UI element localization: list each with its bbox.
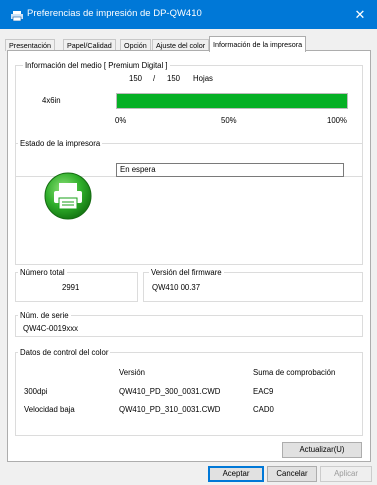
serial-legend: Núm. de serie: [18, 310, 71, 321]
total-count-legend: Número total: [18, 267, 67, 278]
firmware-group: Versión del firmware QW410 00.37: [143, 267, 363, 302]
row-300dpi-checksum: EAC9: [253, 387, 274, 396]
media-remaining: 150: [129, 74, 143, 83]
serial-value: QW4C-0019xxx: [23, 324, 79, 333]
total-count-group: Número total 2991: [15, 267, 138, 302]
tab-informacion-impresora[interactable]: Información de la impresora: [209, 36, 307, 52]
media-unit: Hojas: [193, 74, 213, 83]
printer-ready-icon: [44, 172, 92, 220]
scale-50: 50%: [221, 116, 237, 125]
close-icon[interactable]: ✕: [343, 0, 377, 29]
media-separator: /: [153, 74, 156, 83]
window-title: Preferencias de impresión de DP-QW410: [27, 8, 202, 19]
header-checksum: Suma de comprobación: [253, 368, 336, 377]
printer-status-legend: Estado de la impresora: [18, 138, 103, 149]
printer-info-panel: Información del medio [ Premium Digital …: [7, 50, 371, 462]
cancel-button[interactable]: Cancelar: [267, 466, 317, 482]
media-progress-bar: [116, 93, 348, 109]
apply-button[interactable]: Aplicar: [320, 466, 372, 482]
printer-app-icon: [11, 11, 23, 21]
printer-status-group: Estado de la impresora En espera: [15, 138, 363, 265]
color-control-group: Datos de control del color Versión Suma …: [15, 347, 363, 436]
tab-bar: Presentación Papel/Calidad Opción Ajuste…: [0, 36, 377, 52]
scale-100: 100%: [327, 116, 347, 125]
status-text-box: En espera: [116, 163, 344, 177]
media-progress-fill: [117, 94, 347, 108]
color-control-legend: Datos de control del color: [18, 347, 111, 358]
scale-0: 0%: [115, 116, 127, 125]
media-info-legend: Información del medio [ Premium Digital …: [23, 60, 170, 71]
row-lowspeed-checksum: CAD0: [253, 405, 274, 414]
row-lowspeed-name: Velocidad baja: [24, 405, 75, 414]
update-button[interactable]: Actualizar(U): [282, 442, 362, 458]
firmware-legend: Versión del firmware: [149, 267, 224, 278]
row-300dpi-name: 300dpi: [24, 387, 48, 396]
title-bar: Preferencias de impresión de DP-QW410 ✕: [0, 0, 377, 29]
serial-group: Núm. de serie QW4C-0019xxx: [15, 310, 363, 337]
row-lowspeed-version: QW410_PD_310_0031.CWD: [119, 405, 221, 414]
row-300dpi-version: QW410_PD_300_0031.CWD: [119, 387, 221, 396]
media-size-label: 4x6in: [42, 96, 61, 105]
total-count-value: 2991: [62, 283, 80, 292]
accept-button[interactable]: Aceptar: [208, 466, 264, 482]
header-version: Versión: [119, 368, 146, 377]
media-total: 150: [167, 74, 181, 83]
firmware-value: QW410 00.37: [152, 283, 201, 292]
